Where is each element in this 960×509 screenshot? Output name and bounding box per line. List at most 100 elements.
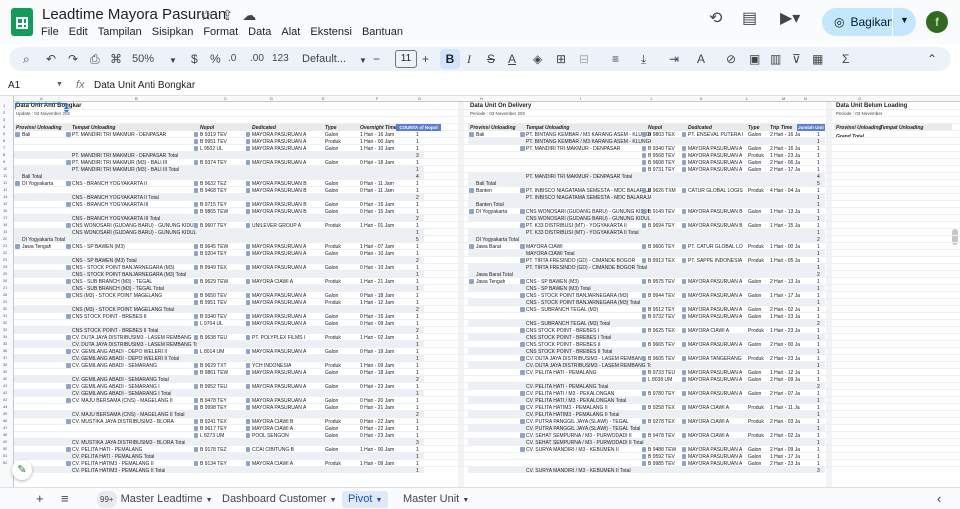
add-sheet-icon[interactable]: +: [36, 491, 44, 506]
left-cell[interactable]: 4: [416, 174, 419, 180]
row-number[interactable]: 20: [3, 236, 7, 242]
insert-chart-icon[interactable]: ▥: [770, 52, 781, 66]
all-sheets-icon[interactable]: ≡: [61, 491, 69, 506]
menu-edit[interactable]: Edit: [69, 26, 88, 38]
mid-collapse-icon[interactable]: [642, 433, 646, 438]
left-collapse-icon[interactable]: [194, 251, 198, 256]
mid-collapse-icon[interactable]: [682, 447, 686, 452]
mid-cell[interactable]: CNS - SUBRANCH TEGAL (M3) Total: [526, 321, 610, 327]
mid-cell[interactable]: MAYORA PASURUAN A: [688, 146, 742, 152]
mid-collapse-icon[interactable]: [642, 146, 646, 151]
left-cell[interactable]: DI Yogyakarta: [22, 181, 53, 187]
left-collapse-icon[interactable]: [246, 419, 250, 424]
left-cell[interactable]: 0 Hari - 22 Jam: [360, 426, 394, 432]
mid-collapse-icon[interactable]: [682, 433, 686, 438]
left-header-1[interactable]: Tempat Unloading: [72, 125, 115, 131]
mid-collapse-icon[interactable]: [682, 167, 686, 172]
left-cell[interactable]: 5: [416, 237, 419, 243]
filter-views-icon[interactable]: ▦: [812, 52, 823, 66]
mid-cell[interactable]: CNS - SUBRANCH TEGAL (M3): [526, 307, 598, 313]
row-number[interactable]: 45: [3, 411, 7, 417]
left-cell[interactable]: B 9715 TEY: [200, 202, 227, 208]
left-cell[interactable]: CV. PELITA HATIM3 - PEMALANG II Total: [72, 468, 165, 474]
left-cell[interactable]: CV. GEMILANG ABADI - SEMARANG Total: [72, 377, 169, 383]
link-icon[interactable]: ⊘: [726, 52, 736, 66]
left-collapse-icon[interactable]: [194, 181, 198, 186]
left-collapse-icon[interactable]: [194, 300, 198, 305]
mid-cell[interactable]: 1 Hari - 23 Ja: [770, 153, 800, 159]
left-cell[interactable]: CNS (M3) - STOCK POINT MAGELANG: [72, 293, 162, 299]
mid-collapse-icon[interactable]: [682, 342, 686, 347]
left-cell[interactable]: B 9241 TEX: [200, 419, 227, 425]
column-letter[interactable]: J: [650, 96, 652, 102]
row-number[interactable]: 12: [3, 180, 7, 186]
left-collapse-icon[interactable]: [15, 132, 20, 137]
formula-input[interactable]: Data Unit Anti Bongkar: [94, 80, 195, 91]
menu-data[interactable]: Data: [248, 26, 271, 38]
left-cell[interactable]: 1: [416, 468, 419, 474]
row-number[interactable]: 43: [3, 397, 7, 403]
left-cell[interactable]: 1: [416, 293, 419, 299]
left-cell[interactable]: CNS STOCK POINT - BREBES II: [72, 314, 147, 320]
column-letter[interactable]: D: [270, 96, 273, 102]
left-cell[interactable]: B 9629 TXT: [200, 363, 227, 369]
decrease-decimal-button[interactable]: .0: [228, 52, 236, 66]
mid-collapse-icon[interactable]: [682, 377, 686, 382]
mid-cell[interactable]: MAYORA PASURUAN A: [688, 153, 742, 159]
column-letter[interactable]: A: [40, 96, 43, 102]
row-number[interactable]: 24: [3, 264, 7, 270]
left-cell[interactable]: 1: [416, 398, 419, 404]
borders-icon[interactable]: ⊞: [556, 52, 566, 66]
mid-cell[interactable]: 1: [817, 146, 820, 152]
mid-cell[interactable]: 1: [817, 426, 820, 432]
left-collapse-icon[interactable]: [246, 433, 250, 438]
row-number[interactable]: 19: [3, 229, 7, 235]
left-header-2[interactable]: Nopol: [200, 125, 214, 131]
mid-cell[interactable]: B 9592 TEV: [648, 454, 675, 460]
mid-cell[interactable]: 2: [817, 272, 820, 278]
left-cell[interactable]: 1: [416, 139, 419, 145]
left-cell[interactable]: Bali Total: [22, 174, 42, 180]
left-cell[interactable]: Galon: [325, 181, 338, 187]
left-cell[interactable]: 1: [416, 202, 419, 208]
left-cell[interactable]: Galon: [325, 426, 338, 432]
mid-cell[interactable]: Galon: [748, 454, 761, 460]
font-size-increase-icon[interactable]: +: [422, 52, 429, 66]
mid-cell[interactable]: 1 Hari - 12 Ja: [770, 370, 800, 376]
mid-header-2[interactable]: Nopol: [648, 125, 662, 131]
left-cell[interactable]: Galon: [325, 293, 338, 299]
font-size-input[interactable]: 11: [395, 50, 417, 68]
left-cell[interactable]: 2: [416, 377, 419, 383]
left-collapse-icon[interactable]: [246, 300, 250, 305]
mid-collapse-icon[interactable]: [642, 391, 646, 396]
menu-view[interactable]: Tampilan: [98, 26, 142, 38]
left-cell[interactable]: 1: [416, 132, 419, 138]
left-cell[interactable]: CNS - BRANCH YOGYAKARTA II: [72, 181, 147, 187]
left-cell[interactable]: 2: [416, 258, 419, 264]
left-cell[interactable]: MAYORA PASURUAN A: [252, 132, 306, 138]
mid-collapse-icon[interactable]: [642, 405, 646, 410]
mid-collapse-icon[interactable]: [682, 328, 686, 333]
left-cell[interactable]: B 9645 TEW: [200, 244, 228, 250]
left-collapse-icon[interactable]: [246, 146, 250, 151]
mid-collapse-icon[interactable]: [520, 146, 525, 151]
row-number[interactable]: 35: [3, 341, 7, 347]
mid-cell[interactable]: 1: [817, 335, 820, 341]
row-number[interactable]: 8: [3, 152, 5, 158]
left-collapse-icon[interactable]: [194, 426, 198, 431]
row-number[interactable]: 41: [3, 383, 7, 389]
mid-header-3[interactable]: Dedicated: [688, 125, 712, 131]
left-cell[interactable]: DI Yogyakarta Total: [22, 237, 65, 243]
left-collapse-icon[interactable]: [194, 132, 198, 137]
left-cell[interactable]: CV. GEMILANG ABADI - DEPO WELERI II Tota…: [72, 356, 179, 362]
mid-cell[interactable]: Galon: [748, 447, 761, 453]
mid-collapse-icon[interactable]: [520, 209, 525, 214]
row-number[interactable]: 14: [3, 194, 7, 200]
mid-collapse-icon[interactable]: [642, 314, 646, 319]
tab-dashboard-customer[interactable]: Dashboard Customer ▼: [222, 491, 337, 508]
mid-cell[interactable]: CV. SURYA MANDIRI / M3 - KEBUMEN II Tota…: [526, 468, 631, 474]
left-cell[interactable]: 1: [416, 342, 419, 348]
row-number[interactable]: 30: [3, 306, 7, 312]
font-select[interactable]: Default...: [302, 52, 346, 66]
mid-collapse-icon[interactable]: [682, 279, 686, 284]
